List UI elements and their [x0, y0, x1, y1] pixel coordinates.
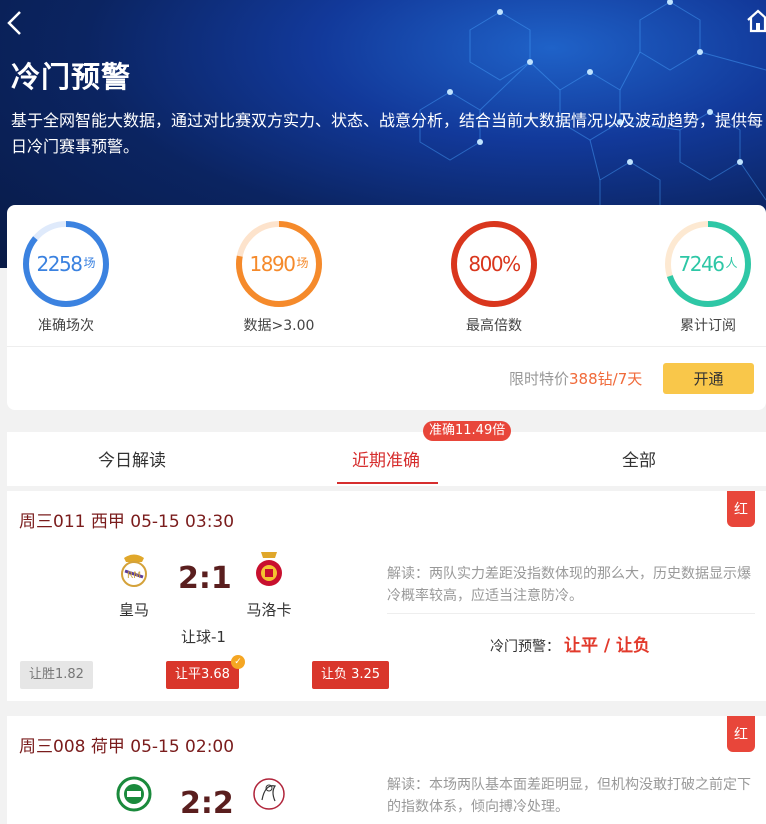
- stat-ring: 1890 场: [234, 219, 324, 309]
- stat-label: 累计订阅: [680, 318, 736, 334]
- stat-label: 准确场次: [38, 318, 94, 334]
- away-team-name: 马洛卡: [246, 601, 292, 619]
- stat-label: 数据>3.00: [243, 318, 315, 334]
- stat-ring: 800%: [449, 219, 539, 309]
- stat-accurate-matches: 2258 场 准确场次: [0, 219, 141, 335]
- stat-ring: 2258 场: [21, 219, 111, 309]
- tab-all[interactable]: 全部: [622, 446, 656, 471]
- result-tag: 红: [727, 716, 755, 752]
- odds-button-win[interactable]: 让胜1.82: [20, 661, 93, 689]
- promo-text: 限时特价388钻/7天: [509, 368, 642, 389]
- match-score: 2:2: [180, 786, 234, 821]
- svg-text:RM: RM: [127, 571, 141, 581]
- match-header: 周三008 荷甲 05-15 02:00: [19, 737, 235, 757]
- match-analysis: 解读：两队实力差距没指数体现的那么大，历史数据显示爆冷概率较高，应适当注意防冷。: [387, 566, 751, 604]
- match-header: 周三011 西甲 05-15 03:30: [19, 512, 235, 532]
- stat-value: 2258: [36, 252, 83, 276]
- stat-ring: 7246 人: [663, 219, 753, 309]
- stat-unit: 场: [83, 255, 96, 270]
- mallorca-crest-icon: [256, 552, 282, 586]
- match-analysis: 解读：本场两队基本面差距明显，但机构没敢打破之前定下的指数体系，倾向搏冷处理。: [387, 777, 751, 815]
- handicap-label: 让球-1: [181, 628, 226, 646]
- away-team: 马洛卡: [239, 549, 299, 620]
- tab-bar: 今日解读 近期准确 全部: [7, 432, 766, 486]
- check-icon: ✓: [231, 655, 245, 669]
- stat-label: 最高倍数: [466, 318, 522, 334]
- stat-value: 800%: [468, 252, 521, 276]
- home-team: RM 皇马: [104, 549, 164, 620]
- page-description: 基于全网智能大数据，通过对比赛双方实力、状态、战意分析，结合当前大数据情况以及波…: [11, 111, 764, 156]
- home-team-name: 皇马: [118, 601, 149, 619]
- stat-unit: 人: [725, 255, 738, 270]
- back-arrow-icon[interactable]: [4, 8, 26, 38]
- tab-recent-accurate[interactable]: 近期准确: [352, 446, 420, 471]
- promo-prefix: 限时特价: [509, 370, 570, 388]
- warning-value: 让平 / 让负: [564, 636, 651, 656]
- stat-max-multiple: 800% 最高倍数: [419, 219, 569, 335]
- result-tag: 红: [727, 491, 755, 527]
- home-team: [104, 774, 164, 818]
- divider: [387, 613, 755, 614]
- page-title: 冷门预警: [11, 60, 132, 94]
- tab-today[interactable]: 今日解读: [98, 446, 166, 471]
- stats-card: 2258 场 准确场次 1890 场 数据>3.00 800% 最高倍数 724…: [7, 205, 766, 410]
- upset-warning: 冷门预警： 让平 / 让负: [490, 631, 650, 656]
- match-card[interactable]: 周三008 荷甲 05-15 02:00 红 2:2 解读：本场两队基本面差距明…: [7, 716, 766, 824]
- real-madrid-crest-icon: RM: [121, 554, 147, 587]
- away-team: [239, 774, 299, 818]
- open-subscription-button[interactable]: 开通: [663, 363, 754, 394]
- match-score: 2:1: [178, 561, 232, 596]
- odds-button-draw[interactable]: 让平3.68: [166, 661, 239, 689]
- promo-price: 388钻/7天: [569, 370, 643, 388]
- stat-unit: 场: [296, 255, 309, 270]
- ajax-crest-icon: [253, 778, 285, 810]
- groningen-crest-icon: [116, 776, 152, 812]
- stat-value: 1890: [249, 252, 296, 276]
- stat-total-subscribers: 7246 人 累计订阅: [633, 219, 766, 335]
- active-tab-indicator: [337, 482, 438, 484]
- odds-button-lose[interactable]: 让负 3.25: [312, 661, 390, 689]
- divider: [7, 346, 766, 347]
- accuracy-badge: 准确11.49倍: [423, 421, 512, 441]
- stat-value: 7246: [678, 252, 725, 276]
- home-icon[interactable]: [746, 8, 766, 34]
- warning-label: 冷门预警：: [490, 639, 560, 655]
- match-card[interactable]: 周三011 西甲 05-15 03:30 红 RM 皇马 2:1 马洛卡 让球-…: [7, 491, 766, 701]
- stat-data-over-3: 1890 场 数据>3.00: [204, 219, 354, 335]
